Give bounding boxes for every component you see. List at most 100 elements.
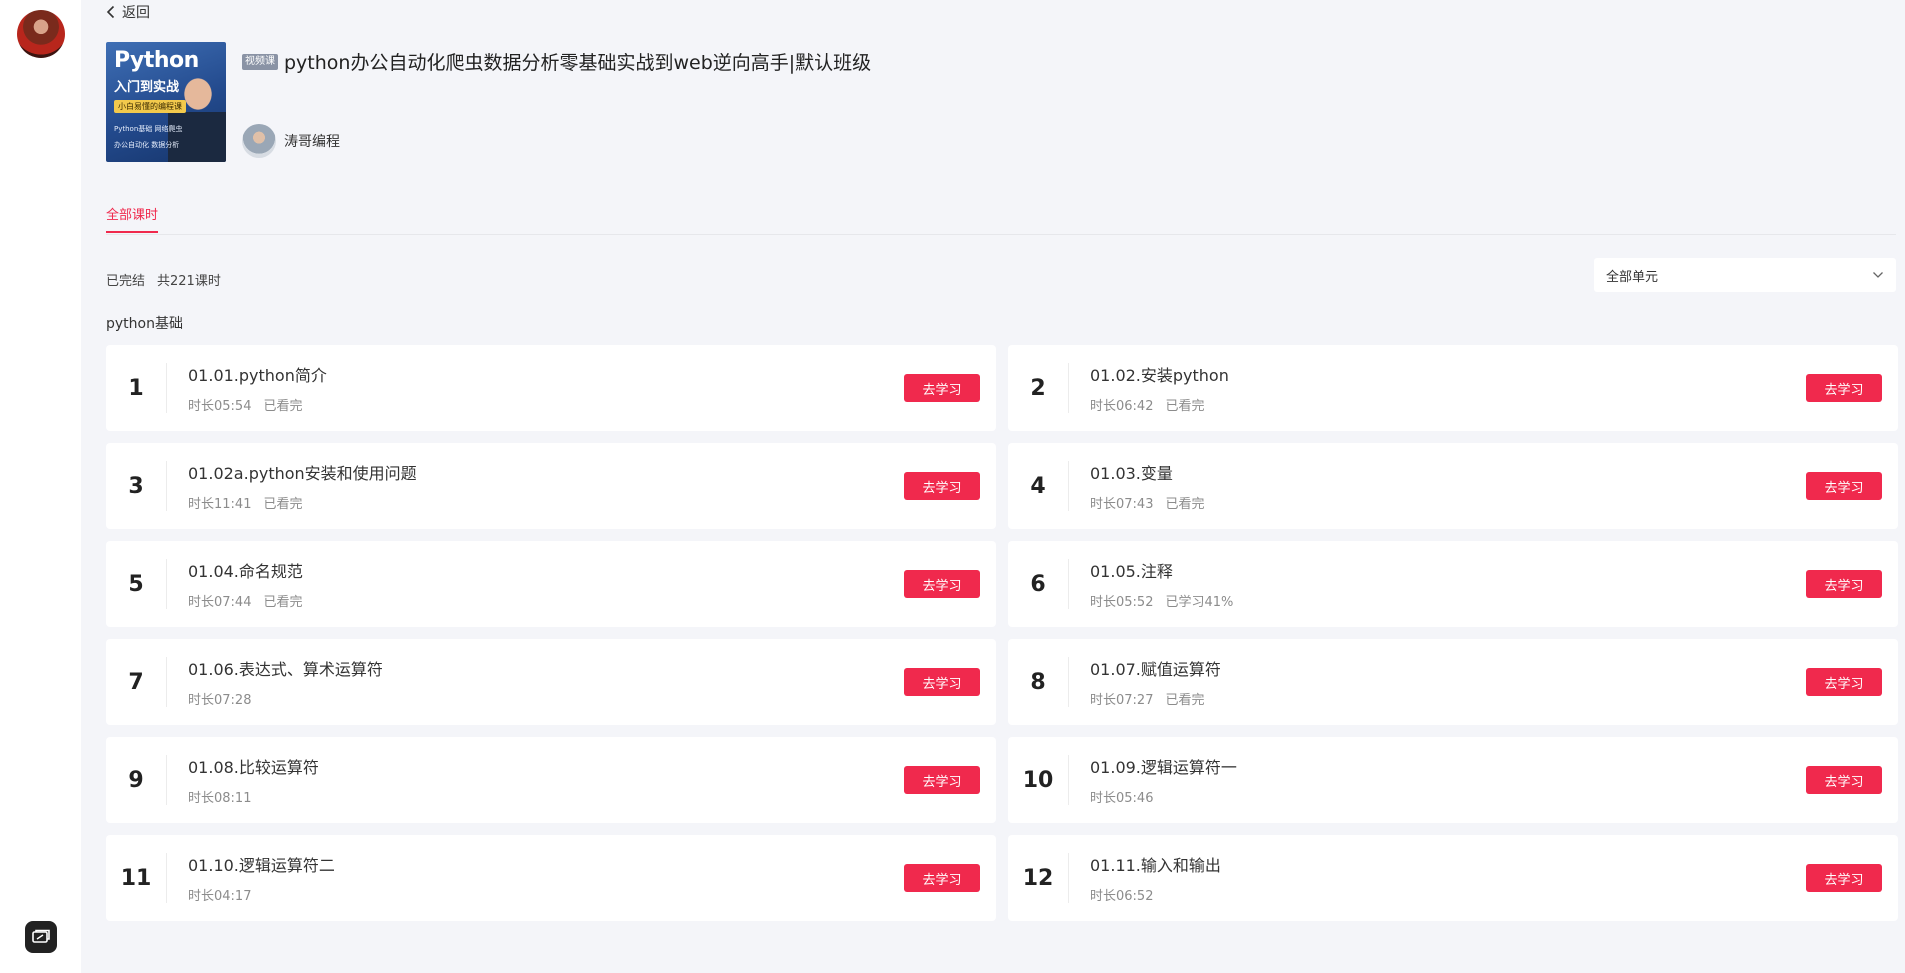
study-button[interactable]: 去学习 <box>904 570 980 598</box>
lesson-card[interactable]: 3 01.02a.python安装和使用问题 时长11:41 已看完 去学习 <box>106 443 996 529</box>
lesson-number: 12 <box>1022 865 1054 891</box>
lesson-card[interactable]: 12 01.11.输入和输出 时长06:52 去学习 <box>1008 835 1898 921</box>
divider <box>166 363 167 413</box>
lesson-duration: 时长06:42 <box>1090 399 1154 414</box>
lesson-meta: 时长05:46 <box>1090 787 1165 806</box>
section-title: python基础 <box>106 316 183 332</box>
lesson-title: 01.09.逻辑运算符一 <box>1090 758 1237 777</box>
chevron-down-icon <box>1873 272 1883 278</box>
lesson-title: 01.05.注释 <box>1090 562 1173 581</box>
study-button[interactable]: 去学习 <box>904 864 980 892</box>
lesson-card[interactable]: 9 01.08.比较运算符 时长08:11 去学习 <box>106 737 996 823</box>
back-label: 返回 <box>122 5 150 21</box>
lesson-progress: 已看完 <box>263 399 303 414</box>
cover-tag: 小白易懂的编程课 <box>114 100 186 113</box>
lesson-card[interactable]: 8 01.07.赋值运算符 时长07:27 已看完 去学习 <box>1008 639 1898 725</box>
lesson-progress: 已看完 <box>1165 693 1205 708</box>
course-cover: Python 入门到实战 小白易懂的编程课 Python基础 网络爬虫 办公自动… <box>106 42 226 162</box>
unit-select[interactable]: 全部单元 <box>1594 258 1896 292</box>
lesson-card[interactable]: 5 01.04.命名规范 时长07:44 已看完 去学习 <box>106 541 996 627</box>
lesson-duration: 时长11:41 <box>188 497 252 512</box>
lesson-duration: 时长08:11 <box>188 791 252 806</box>
lesson-card[interactable]: 1 01.01.python简介 时长05:54 已看完 去学习 <box>106 345 996 431</box>
lesson-duration: 时长07:28 <box>188 693 252 708</box>
lesson-meta: 时长08:11 <box>188 787 263 806</box>
lesson-progress: 已看完 <box>1165 399 1205 414</box>
lesson-title: 01.02.安装python <box>1090 366 1229 385</box>
lesson-progress: 已看完 <box>1165 497 1205 512</box>
lesson-number: 5 <box>128 571 144 597</box>
lesson-meta: 时长07:27 已看完 <box>1090 689 1204 708</box>
lesson-duration: 时长05:54 <box>188 399 252 414</box>
lesson-duration: 时长05:52 <box>1090 595 1154 610</box>
lesson-title: 01.06.表达式、算术运算符 <box>188 660 383 679</box>
lesson-number: 10 <box>1022 767 1054 793</box>
lesson-card[interactable]: 7 01.06.表达式、算术运算符 时长07:28 去学习 <box>106 639 996 725</box>
lesson-progress: 已看完 <box>263 497 303 512</box>
user-avatar[interactable] <box>17 10 65 58</box>
lesson-list: 1 01.01.python简介 时长05:54 已看完 去学习 2 01.02… <box>106 345 1898 921</box>
lesson-meta: 时长04:17 <box>188 885 263 904</box>
author-avatar <box>242 124 276 158</box>
status-state: 已完结 <box>106 274 146 289</box>
study-button[interactable]: 去学习 <box>1806 472 1882 500</box>
cover-line1: Python基础 网络爬虫 <box>114 125 183 133</box>
lesson-meta: 时长06:42 已看完 <box>1090 395 1204 414</box>
study-button[interactable]: 去学习 <box>904 766 980 794</box>
author[interactable]: 涛哥编程 <box>242 124 340 158</box>
lesson-title: 01.04.命名规范 <box>188 562 303 581</box>
study-button[interactable]: 去学习 <box>1806 570 1882 598</box>
course-title: python办公自动化爬虫数据分析零基础实战到web逆向高手|默认班级 <box>284 52 872 74</box>
divider <box>166 461 167 511</box>
study-button[interactable]: 去学习 <box>1806 766 1882 794</box>
lesson-title: 01.07.赋值运算符 <box>1090 660 1221 679</box>
study-button[interactable]: 去学习 <box>1806 374 1882 402</box>
tab-all-lessons[interactable]: 全部课时 <box>106 204 159 233</box>
lesson-card[interactable]: 4 01.03.变量 时长07:43 已看完 去学习 <box>1008 443 1898 529</box>
study-button[interactable]: 去学习 <box>904 374 980 402</box>
lesson-title: 01.08.比较运算符 <box>188 758 319 777</box>
lesson-meta: 时长11:41 已看完 <box>188 493 302 512</box>
course-status: 已完结 共221课时 <box>106 270 221 289</box>
study-button[interactable]: 去学习 <box>904 472 980 500</box>
lesson-title: 01.02a.python安装和使用问题 <box>188 464 417 483</box>
lesson-duration: 时长05:46 <box>1090 791 1154 806</box>
lesson-progress: 已看完 <box>263 595 303 610</box>
unit-select-value: 全部单元 <box>1606 269 1659 285</box>
status-total: 共221课时 <box>157 274 221 289</box>
divider <box>166 559 167 609</box>
lesson-card[interactable]: 6 01.05.注释 时长05:52 已学习41% 去学习 <box>1008 541 1898 627</box>
chevron-left-icon <box>106 5 115 19</box>
lesson-card[interactable]: 11 01.10.逻辑运算符二 时长04:17 去学习 <box>106 835 996 921</box>
lesson-card[interactable]: 10 01.09.逻辑运算符一 时长05:46 去学习 <box>1008 737 1898 823</box>
main-content: 返回 Python 入门到实战 小白易懂的编程课 Python基础 网络爬虫 办… <box>106 0 1898 973</box>
lesson-number: 11 <box>120 865 152 891</box>
lesson-meta: 时长07:28 <box>188 689 263 708</box>
cover-title: Python <box>114 48 199 73</box>
lesson-number: 9 <box>128 767 144 793</box>
lesson-duration: 时长07:27 <box>1090 693 1154 708</box>
screen-switch-icon[interactable] <box>25 921 57 953</box>
study-button[interactable]: 去学习 <box>1806 864 1882 892</box>
lesson-meta: 时长05:54 已看完 <box>188 395 302 414</box>
lesson-card[interactable]: 2 01.02.安装python 时长06:42 已看完 去学习 <box>1008 345 1898 431</box>
lesson-meta: 时长07:44 已看完 <box>188 591 302 610</box>
divider <box>1068 461 1069 511</box>
lesson-title: 01.03.变量 <box>1090 464 1173 483</box>
lesson-duration: 时长04:17 <box>188 889 252 904</box>
lesson-number: 8 <box>1030 669 1046 695</box>
course-title-row: 视频课 python办公自动化爬虫数据分析零基础实战到web逆向高手|默认班级 <box>242 48 871 75</box>
study-button[interactable]: 去学习 <box>904 668 980 696</box>
study-button[interactable]: 去学习 <box>1806 668 1882 696</box>
sidebar <box>0 0 81 973</box>
cover-line2: 办公自动化 数据分析 <box>114 141 180 149</box>
divider <box>166 755 167 805</box>
divider <box>166 657 167 707</box>
divider <box>166 853 167 903</box>
cover-subtitle: 入门到实战 <box>114 80 180 95</box>
lesson-duration: 时长07:44 <box>188 595 252 610</box>
lesson-title: 01.10.逻辑运算符二 <box>188 856 335 875</box>
back-link[interactable]: 返回 <box>106 2 150 22</box>
divider <box>1068 657 1069 707</box>
divider <box>1068 363 1069 413</box>
